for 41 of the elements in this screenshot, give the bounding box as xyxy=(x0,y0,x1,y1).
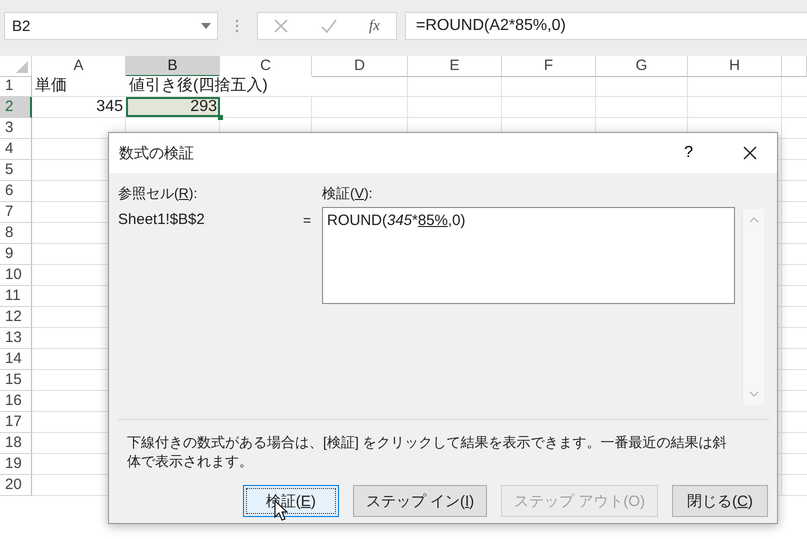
row-header[interactable]: 18 xyxy=(0,433,32,454)
function-button[interactable]: fx xyxy=(368,18,380,34)
equals-sign: = xyxy=(303,211,312,230)
row-header[interactable]: 13 xyxy=(0,328,32,349)
formula-field[interactable]: =ROUND(A2*85%,0) xyxy=(405,12,807,40)
column-header[interactable]: H xyxy=(688,56,782,77)
column-header[interactable]: G xyxy=(596,56,688,77)
column-header[interactable]: E xyxy=(408,56,502,77)
dialog-button[interactable]: ステップ イン(I) xyxy=(352,485,488,517)
name-box[interactable]: B2 xyxy=(4,12,218,40)
row-header[interactable]: 9 xyxy=(0,244,32,265)
table-cell: 単価 xyxy=(32,76,126,96)
column-header[interactable]: D xyxy=(312,56,408,77)
row-header[interactable]: 6 xyxy=(0,181,32,202)
row-header[interactable]: 8 xyxy=(0,223,32,244)
row-header[interactable]: 14 xyxy=(0,349,32,370)
note-text: 下線付きの数式がある場合は、[検証] をクリックして結果を表示できます。一番最近の結果は斜体で表示されます。 xyxy=(126,433,728,471)
evaluation-label: 検証(V): xyxy=(322,184,374,203)
evaluation-box: ROUND(345*85%,0) xyxy=(322,207,735,304)
row-header[interactable]: 4 xyxy=(0,139,32,160)
row-header[interactable]: 2 xyxy=(0,97,32,118)
row-header[interactable]: 10 xyxy=(0,265,32,286)
row-header[interactable]: 5 xyxy=(0,160,32,181)
reference-value: Sheet1!$B$2 xyxy=(118,211,206,228)
reference-label: 参照セル(R): xyxy=(118,184,198,203)
row-header[interactable]: 19 xyxy=(0,454,32,475)
table-cell: 値引き後(四捨五入) xyxy=(126,76,312,96)
column-header[interactable]: F xyxy=(502,56,596,77)
row-header[interactable]: 12 xyxy=(0,307,32,328)
row-header[interactable]: 11 xyxy=(0,286,32,307)
column-header[interactable]: B xyxy=(126,56,220,77)
row-header[interactable]: 7 xyxy=(0,202,32,223)
dialog-button[interactable]: 閉じる(C) xyxy=(672,485,768,517)
row-header[interactable]: 16 xyxy=(0,391,32,412)
row-header[interactable]: 15 xyxy=(0,370,32,391)
table-cell: 293 xyxy=(126,97,220,117)
row-header[interactable]: 17 xyxy=(0,412,32,433)
row-header[interactable]: 20 xyxy=(0,475,32,496)
dialog-title: 数式の検証 xyxy=(119,144,195,162)
help-button[interactable]: ? xyxy=(678,142,699,164)
row-header[interactable]: 3 xyxy=(0,118,32,139)
